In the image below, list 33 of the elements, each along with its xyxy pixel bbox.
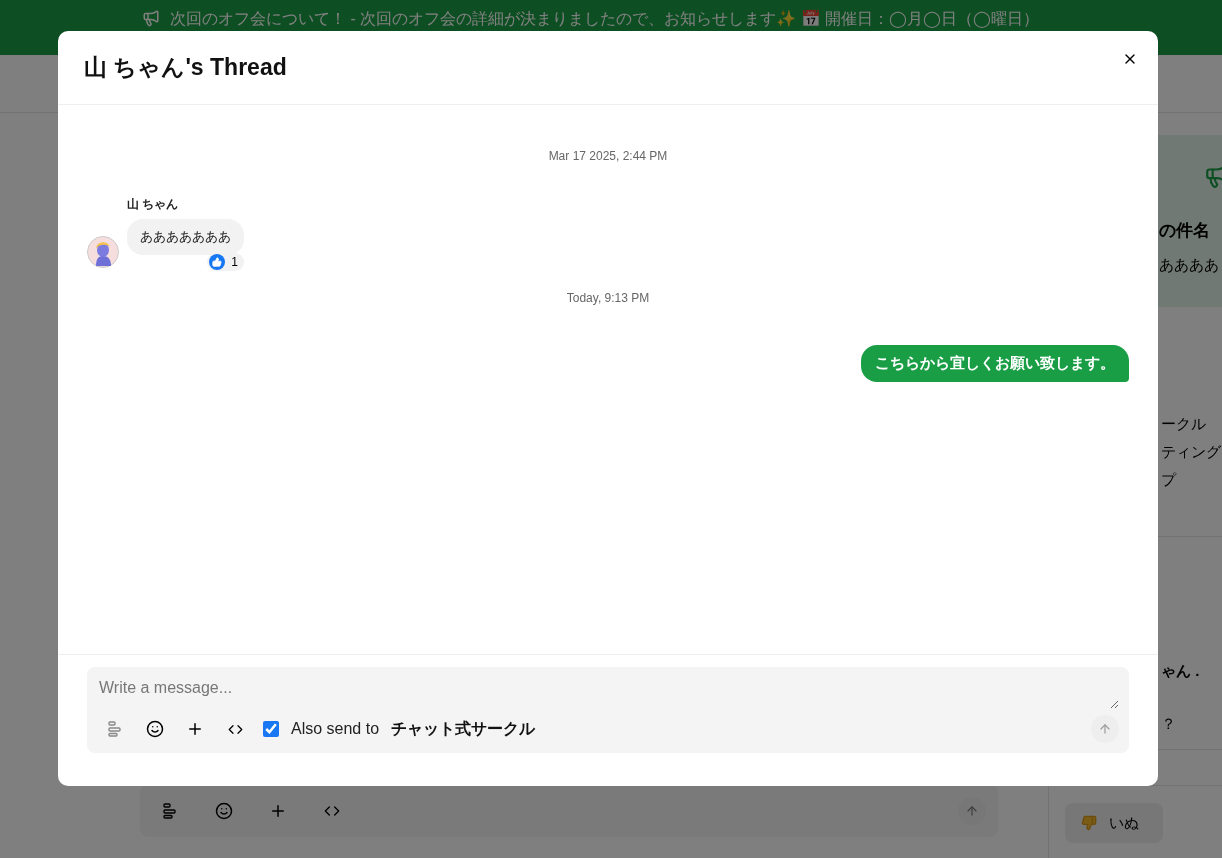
arrow-up-icon xyxy=(1098,722,1112,736)
dialog-title: 山 ちゃん's Thread xyxy=(84,53,287,82)
format-icon xyxy=(108,721,122,737)
date-separator: Mar 17 2025, 2:44 PM xyxy=(548,149,668,163)
smile-icon xyxy=(215,802,233,820)
avatar xyxy=(87,236,119,268)
announcement-title: の件名 xyxy=(1159,220,1211,242)
plus-icon xyxy=(269,802,287,820)
message-bubble: あああああああ xyxy=(127,219,244,255)
date-separator: Today, 9:13 PM xyxy=(566,291,650,305)
plus-icon xyxy=(186,720,204,738)
also-send-label: Also send to xyxy=(291,720,380,738)
format-icon xyxy=(163,803,177,819)
message-field[interactable]: Write a message... Also send to チャット式サークル xyxy=(87,667,1129,753)
message-input[interactable]: Write a message... xyxy=(97,677,1119,709)
like-icon xyxy=(209,254,226,270)
sidebar-text: ゃん . xyxy=(1161,661,1200,681)
message-bubble: こちらから宜しくお願い致します。 xyxy=(861,345,1129,382)
banner-text: 次回のオフ会について！ - 次回のオフ会の詳細が決まりましたので、お知らせします✨ 📅 開催日：◯月◯日（◯曜日） xyxy=(170,9,1039,30)
reaction-pill[interactable]: 1 xyxy=(207,253,244,271)
sidebar-text: プ xyxy=(1161,470,1176,490)
author-name: 山 ちゃん xyxy=(127,196,179,213)
announcement-text: ああああ xyxy=(1159,256,1220,275)
channel-name: チャット式サークル xyxy=(391,718,536,739)
sidebar-text: ークル xyxy=(1161,414,1206,434)
reaction-button[interactable]: いぬ xyxy=(1065,803,1163,843)
also-send-checkbox[interactable] xyxy=(263,721,279,737)
sidebar-text: ？ xyxy=(1161,714,1176,734)
smile-icon xyxy=(146,720,164,738)
thumbs-down-icon xyxy=(1081,815,1097,831)
sidebar-text: ティング xyxy=(1161,442,1221,462)
code-icon xyxy=(324,803,340,819)
megaphone-icon xyxy=(142,9,160,27)
